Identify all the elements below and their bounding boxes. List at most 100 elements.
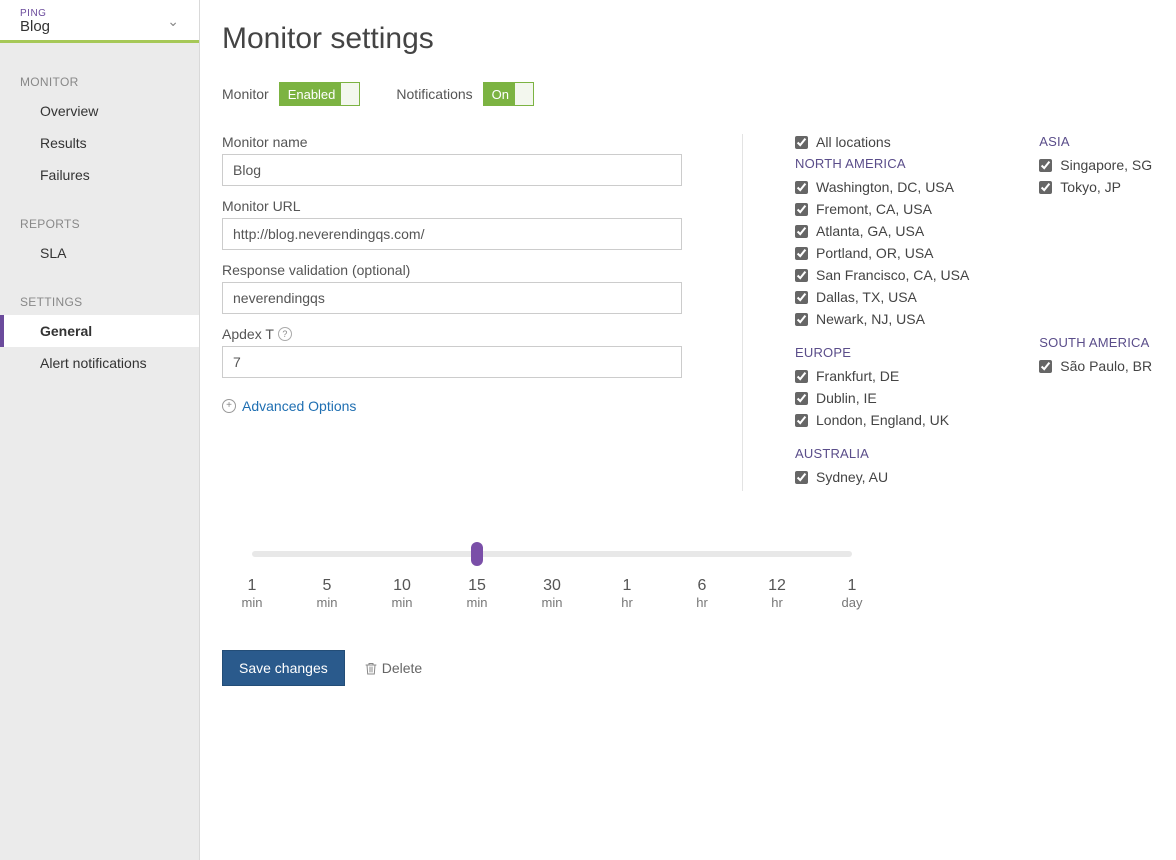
delete-label: Delete <box>382 660 422 676</box>
response-validation-input[interactable] <box>222 282 682 314</box>
sidebar-item-alert-notifications[interactable]: Alert notifications <box>0 347 199 379</box>
toggle-knob <box>341 83 359 105</box>
location-checkbox[interactable] <box>795 291 808 304</box>
location-label: London, England, UK <box>816 412 949 428</box>
location-checkbox[interactable] <box>795 471 808 484</box>
location-row: London, England, UK <box>795 412 969 428</box>
locations-panel: All locationsNORTH AMERICAWashington, DC… <box>742 134 1156 491</box>
location-checkbox[interactable] <box>795 181 808 194</box>
location-row: Dublin, IE <box>795 390 969 406</box>
slider-tick[interactable]: 6hr <box>672 577 732 610</box>
frequency-slider-handle[interactable] <box>471 542 483 566</box>
location-row: São Paulo, BR <box>1039 358 1152 374</box>
location-label: Dallas, TX, USA <box>816 289 917 305</box>
tick-unit: hr <box>747 595 807 610</box>
location-label: Frankfurt, DE <box>816 368 899 384</box>
advanced-options-link[interactable]: + Advanced Options <box>222 398 356 414</box>
apdex-t-input[interactable] <box>222 346 682 378</box>
apdex-t-label: Apdex T ? <box>222 326 682 342</box>
location-label: Washington, DC, USA <box>816 179 954 195</box>
slider-tick[interactable]: 10min <box>372 577 432 610</box>
location-checkbox[interactable] <box>1039 360 1052 373</box>
location-row: Newark, NJ, USA <box>795 311 969 327</box>
location-label: Dublin, IE <box>816 390 877 406</box>
location-checkbox[interactable] <box>795 392 808 405</box>
sidebar-item-failures[interactable]: Failures <box>0 159 199 191</box>
monitor-toggle-label: Monitor <box>222 86 269 102</box>
sidebar-item-results[interactable]: Results <box>0 127 199 159</box>
frequency-slider-track[interactable] <box>252 551 852 557</box>
sidebar-item-overview[interactable]: Overview <box>0 95 199 127</box>
monitor-url-input[interactable] <box>222 218 682 250</box>
location-label: Singapore, SG <box>1060 157 1152 173</box>
slider-tick[interactable]: 5min <box>297 577 357 610</box>
all-locations-label: All locations <box>816 134 891 150</box>
location-row: Frankfurt, DE <box>795 368 969 384</box>
region-heading: AUSTRALIA <box>795 446 969 461</box>
location-label: Portland, OR, USA <box>816 245 934 261</box>
form-left: Monitor name Monitor URL Response valida… <box>222 134 682 491</box>
sidebar-item-sla[interactable]: SLA <box>0 237 199 269</box>
notifications-toggle-text: On <box>484 84 515 105</box>
monitor-name-label: Blog <box>20 19 50 34</box>
response-validation-label: Response validation (optional) <box>222 262 682 278</box>
monitor-toggle-text: Enabled <box>280 84 342 105</box>
location-checkbox[interactable] <box>795 370 808 383</box>
monitor-enabled-toggle[interactable]: Enabled <box>279 82 361 106</box>
tick-unit: min <box>372 595 432 610</box>
trash-icon <box>365 662 377 675</box>
location-checkbox[interactable] <box>1039 159 1052 172</box>
slider-tick[interactable]: 1day <box>822 577 882 610</box>
location-checkbox[interactable] <box>795 313 808 326</box>
delete-link[interactable]: Delete <box>365 660 422 676</box>
location-checkbox[interactable] <box>795 247 808 260</box>
tick-number: 6 <box>672 577 732 595</box>
tick-number: 30 <box>522 577 582 595</box>
location-row: Singapore, SG <box>1039 157 1152 173</box>
advanced-options-label: Advanced Options <box>242 398 356 414</box>
tick-unit: day <box>822 595 882 610</box>
slider-tick[interactable]: 15min <box>447 577 507 610</box>
notifications-on-toggle[interactable]: On <box>483 82 534 106</box>
tick-unit: min <box>222 595 282 610</box>
slider-tick[interactable]: 12hr <box>747 577 807 610</box>
main-content: Monitor settings Monitor Enabled Notific… <box>200 0 1176 860</box>
location-checkbox[interactable] <box>795 269 808 282</box>
monitor-name-input[interactable] <box>222 154 682 186</box>
sidebar-nav: MONITOROverviewResultsFailures REPORTSSLA… <box>0 43 199 379</box>
location-row: Washington, DC, USA <box>795 179 969 195</box>
location-row: Atlanta, GA, USA <box>795 223 969 239</box>
all-locations-checkbox[interactable] <box>795 136 808 149</box>
monitor-name-label: Monitor name <box>222 134 682 150</box>
nav-section-title: REPORTS <box>0 211 199 237</box>
region-heading: SOUTH AMERICA <box>1039 335 1152 350</box>
slider-tick[interactable]: 1min <box>222 577 282 610</box>
location-row: Dallas, TX, USA <box>795 289 969 305</box>
nav-section-title: SETTINGS <box>0 289 199 315</box>
all-locations-checkbox-row: All locations <box>795 134 969 150</box>
nav-section-title: MONITOR <box>0 69 199 95</box>
location-checkbox[interactable] <box>795 203 808 216</box>
location-checkbox[interactable] <box>795 225 808 238</box>
location-checkbox[interactable] <box>795 414 808 427</box>
monitor-selector[interactable]: PING Blog ⌄ <box>0 0 199 43</box>
tick-unit: min <box>447 595 507 610</box>
frequency-slider-section: 1min5min10min15min30min1hr6hr12hr1day <box>222 551 1156 610</box>
slider-tick[interactable]: 1hr <box>597 577 657 610</box>
location-row: Sydney, AU <box>795 469 969 485</box>
location-label: Newark, NJ, USA <box>816 311 925 327</box>
tick-number: 5 <box>297 577 357 595</box>
help-icon[interactable]: ? <box>278 327 292 341</box>
slider-tick[interactable]: 30min <box>522 577 582 610</box>
location-label: San Francisco, CA, USA <box>816 267 969 283</box>
sidebar-item-general[interactable]: General <box>0 315 199 347</box>
region-heading: ASIA <box>1039 134 1152 149</box>
save-button[interactable]: Save changes <box>222 650 345 686</box>
tick-unit: hr <box>672 595 732 610</box>
sidebar: PING Blog ⌄ MONITOROverviewResultsFailur… <box>0 0 200 860</box>
location-label: Sydney, AU <box>816 469 888 485</box>
location-checkbox[interactable] <box>1039 181 1052 194</box>
page-title: Monitor settings <box>222 22 1156 56</box>
chevron-down-icon: ⌄ <box>167 13 179 30</box>
monitor-url-label: Monitor URL <box>222 198 682 214</box>
